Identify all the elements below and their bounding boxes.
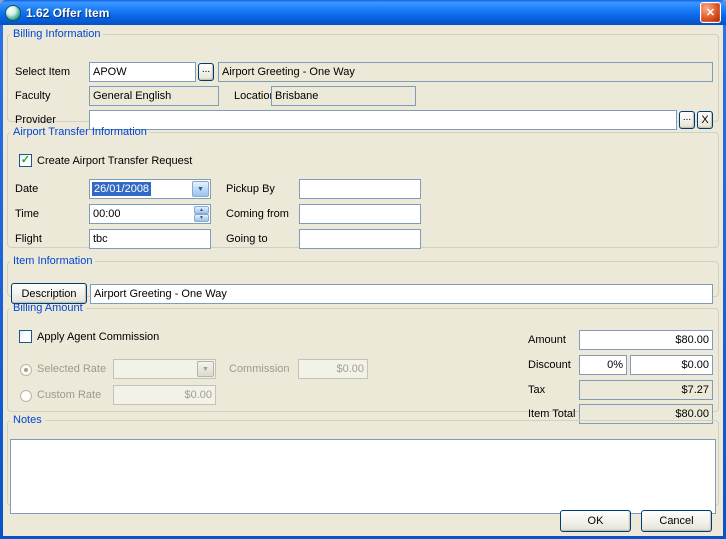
dialog-body: Billing Information Select Item ... Facu…: [3, 25, 723, 536]
rate-combobox: [113, 359, 216, 379]
flight-input[interactable]: [89, 229, 211, 249]
notes-title: Notes: [10, 414, 45, 426]
coming-from-input[interactable]: [299, 204, 421, 224]
select-item-input[interactable]: [89, 62, 196, 82]
billing-amount-title: Billing Amount: [10, 302, 86, 314]
item-description-field[interactable]: [90, 284, 713, 304]
commission-label: Commission: [229, 363, 290, 376]
time-label: Time: [15, 208, 39, 221]
going-to-label: Going to: [226, 233, 268, 246]
custom-rate-label: Custom Rate: [37, 389, 101, 402]
apply-commission-checkbox[interactable]: [19, 330, 32, 343]
going-to-input[interactable]: [299, 229, 421, 249]
faculty-field: [89, 86, 219, 106]
date-combobox[interactable]: 26/01/2008: [89, 179, 211, 199]
billing-amount-section: Billing Amount Apply Agent Commission Am…: [7, 302, 719, 412]
titlebar: 1.62 Offer Item: [0, 0, 726, 25]
offer-item-dialog: 1.62 Offer Item Billing Information Sele…: [0, 0, 726, 539]
item-information-section: Item Information Description: [7, 255, 719, 297]
create-transfer-label: Create Airport Transfer Request: [37, 155, 192, 168]
select-item-label: Select Item: [15, 66, 70, 79]
flight-label: Flight: [15, 233, 42, 246]
create-transfer-checkbox[interactable]: [19, 154, 32, 167]
chevron-down-icon[interactable]: [192, 181, 209, 197]
notes-section: Notes: [7, 414, 719, 506]
airport-transfer-title: Airport Transfer Information: [10, 126, 150, 138]
tax-label: Tax: [528, 384, 545, 397]
pickup-by-label: Pickup By: [226, 183, 275, 196]
chevron-down-icon: [197, 361, 214, 377]
cancel-button[interactable]: Cancel: [641, 510, 712, 532]
apply-commission-label: Apply Agent Commission: [37, 331, 159, 344]
amount-label: Amount: [528, 334, 566, 347]
spinner-up-icon[interactable]: [194, 206, 209, 214]
discount-amount-input[interactable]: [630, 355, 713, 375]
selected-rate-radio: [20, 364, 32, 376]
location-label: Location: [234, 90, 276, 103]
date-label: Date: [15, 183, 38, 196]
description-button[interactable]: Description: [11, 283, 87, 304]
pickup-by-input[interactable]: [299, 179, 421, 199]
billing-information-section: Billing Information Select Item ... Facu…: [7, 28, 719, 122]
select-item-browse-button[interactable]: ...: [198, 63, 214, 81]
faculty-label: Faculty: [15, 90, 50, 103]
custom-rate-radio: [20, 390, 32, 402]
select-item-description-field: [218, 62, 713, 82]
airport-transfer-section: Airport Transfer Information Create Airp…: [7, 126, 719, 248]
time-value: 00:00: [93, 207, 121, 221]
commission-field: [298, 359, 368, 379]
discount-label: Discount: [528, 359, 571, 372]
custom-rate-field: [113, 385, 216, 405]
time-spinner[interactable]: 00:00: [89, 204, 211, 224]
selected-rate-label: Selected Rate: [37, 363, 106, 376]
date-value: 26/01/2008: [92, 182, 151, 196]
coming-from-label: Coming from: [226, 208, 289, 221]
discount-percent-input[interactable]: [579, 355, 627, 375]
billing-information-title: Billing Information: [10, 28, 103, 40]
window-title: 1.62 Offer Item: [26, 6, 109, 20]
tax-field: [579, 380, 713, 400]
location-field: [271, 86, 416, 106]
amount-input[interactable]: [579, 330, 713, 350]
item-information-title: Item Information: [10, 255, 95, 267]
close-icon[interactable]: [700, 2, 721, 23]
spinner-down-icon[interactable]: [194, 214, 209, 222]
app-icon: [5, 5, 21, 21]
notes-textarea[interactable]: [10, 439, 716, 514]
ok-button[interactable]: OK: [560, 510, 631, 532]
